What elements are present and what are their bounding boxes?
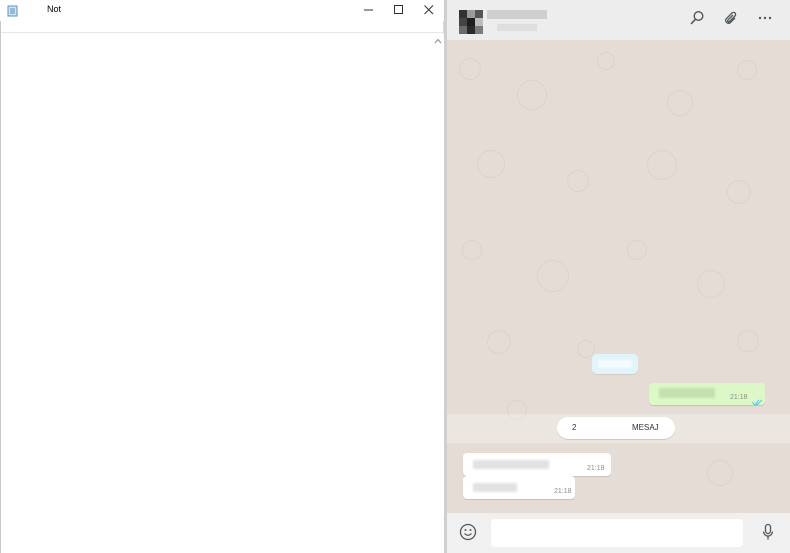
menu-button[interactable] xyxy=(755,10,775,30)
paperclip-icon xyxy=(723,10,739,31)
unread-count: 2 xyxy=(572,423,577,432)
message-time: 21:18 xyxy=(587,465,605,472)
outgoing-message[interactable]: 21:18 xyxy=(649,383,765,406)
message-input[interactable] xyxy=(491,519,743,547)
vertical-scrollbar[interactable] xyxy=(432,34,444,553)
unread-label: MESAJ xyxy=(632,423,659,432)
contact-name[interactable] xyxy=(487,10,547,19)
message-text xyxy=(473,483,517,492)
notepad-icon xyxy=(7,4,18,17)
whatsapp-window: 21:18 2 MESAJ 21:18 21:18 xyxy=(447,0,790,553)
notepad-window: Not xyxy=(0,0,444,553)
emoji-icon xyxy=(459,523,477,546)
search-icon xyxy=(689,10,705,31)
composer-bar xyxy=(447,513,790,553)
voice-message-button[interactable] xyxy=(757,523,779,545)
chat-header xyxy=(447,0,790,40)
text-editor[interactable] xyxy=(2,34,430,553)
attach-button[interactable] xyxy=(721,10,741,30)
window-title: Not xyxy=(47,4,62,14)
chevron-up-icon xyxy=(434,31,442,49)
unread-divider: 2 MESAJ xyxy=(447,414,790,443)
scroll-up-button[interactable] xyxy=(432,34,444,46)
message-time: 21:18 xyxy=(730,394,748,401)
incoming-message[interactable]: 21:18 xyxy=(463,476,575,499)
system-message xyxy=(592,354,638,374)
incoming-message[interactable]: 21:18 xyxy=(463,453,611,476)
contact-status xyxy=(497,24,537,31)
maximize-icon xyxy=(394,2,404,20)
close-button[interactable] xyxy=(414,0,444,21)
avatar[interactable] xyxy=(459,10,483,34)
notepad-titlebar[interactable]: Not xyxy=(0,0,444,21)
close-icon xyxy=(424,2,434,20)
message-text xyxy=(659,388,715,398)
window-border xyxy=(0,21,1,553)
microphone-icon xyxy=(761,523,775,546)
minimize-button[interactable] xyxy=(354,0,384,21)
emoji-button[interactable] xyxy=(457,523,479,545)
search-button[interactable] xyxy=(687,10,707,30)
minimize-icon xyxy=(364,2,374,20)
chat-area[interactable]: 21:18 2 MESAJ 21:18 21:18 xyxy=(447,40,790,513)
message-time: 21:18 xyxy=(554,488,572,495)
menu-bar xyxy=(0,21,444,33)
more-options-icon xyxy=(757,10,773,31)
maximize-button[interactable] xyxy=(384,0,414,21)
unread-badge: 2 MESAJ xyxy=(557,417,675,439)
message-text xyxy=(473,460,549,469)
double-check-icon xyxy=(752,393,763,411)
